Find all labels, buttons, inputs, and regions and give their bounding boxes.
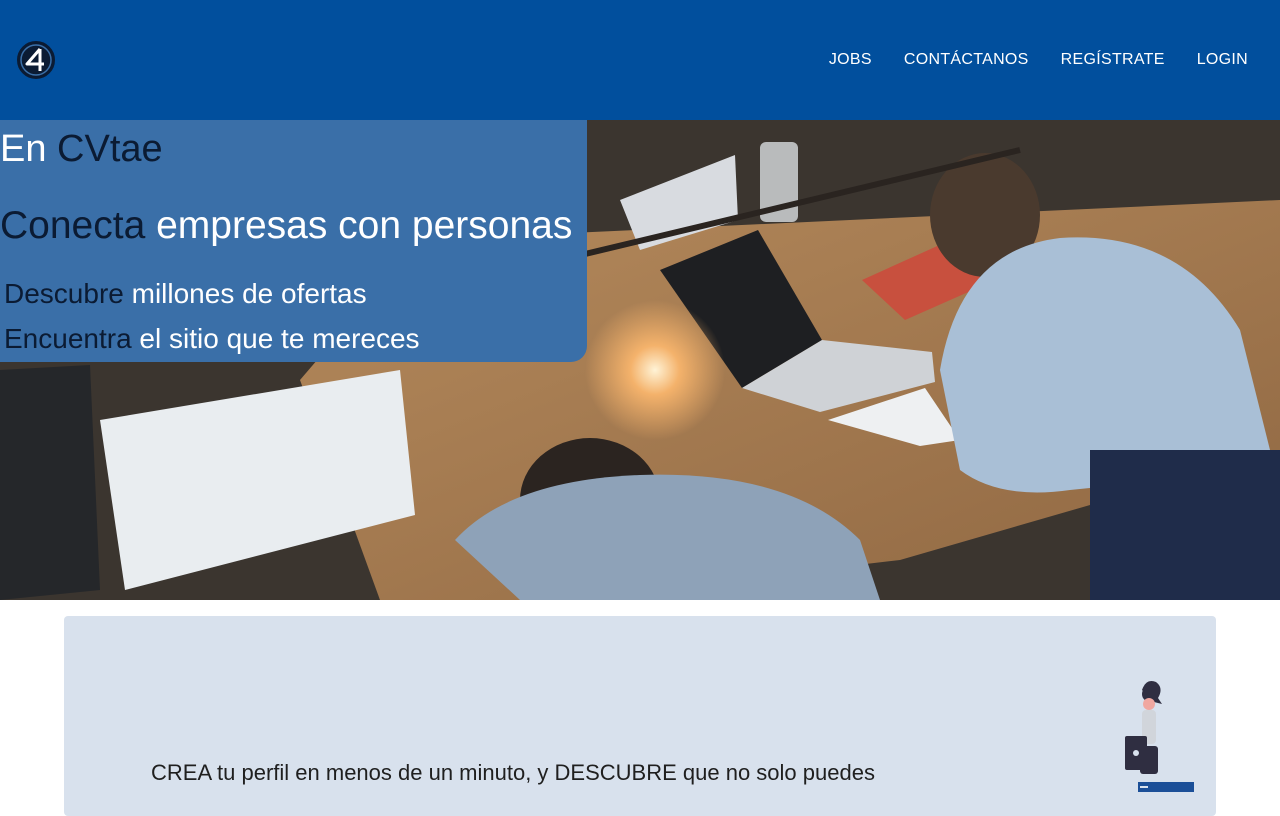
hero-tagline-box: En CVtae Conecta empresas con personas D…: [0, 120, 587, 362]
hero-subheadline-rest: empresas con personas: [145, 204, 573, 247]
nav-login-link[interactable]: LOGIN: [1197, 51, 1248, 69]
hero-headline: En CVtae: [0, 128, 163, 171]
hero-section: En CVtae Conecta empresas con personas D…: [0, 120, 1280, 600]
hero-subheadline: Conecta empresas con personas: [0, 204, 572, 248]
hero-point-find-rest: el sitio que te mereces: [131, 323, 420, 354]
hero-point-discover-verb: Descubre: [4, 278, 124, 309]
hero-subheadline-verb: Conecta: [0, 204, 146, 247]
hero-point-find: Encuentra el sitio que te mereces: [4, 323, 420, 355]
hero-headline-prefix: En: [0, 128, 58, 170]
nav-jobs-link[interactable]: JOBS: [829, 51, 872, 69]
feature-panel-text: CREA tu perfil en menos de un minuto, y …: [151, 760, 875, 785]
nav-contact-link[interactable]: CONTÁCTANOS: [904, 51, 1029, 69]
navbar: JOBS CONTÁCTANOS REGÍSTRATE LOGIN: [0, 0, 1280, 120]
feature-panel: CREA tu perfil en menos de un minuto, y …: [64, 616, 1216, 816]
nav-register-link[interactable]: REGÍSTRATE: [1061, 51, 1165, 69]
main-nav: JOBS CONTÁCTANOS REGÍSTRATE LOGIN: [829, 0, 1248, 120]
hero-point-find-verb: Encuentra: [4, 323, 132, 354]
hero-point-discover: Descubre millones de ofertas: [4, 278, 367, 310]
hero-point-discover-rest: millones de ofertas: [123, 278, 367, 309]
cvtae-logo-icon[interactable]: [16, 40, 56, 80]
person-with-laptop-illustration: [1125, 681, 1194, 792]
hero-headline-brand: CVtae: [57, 128, 163, 170]
